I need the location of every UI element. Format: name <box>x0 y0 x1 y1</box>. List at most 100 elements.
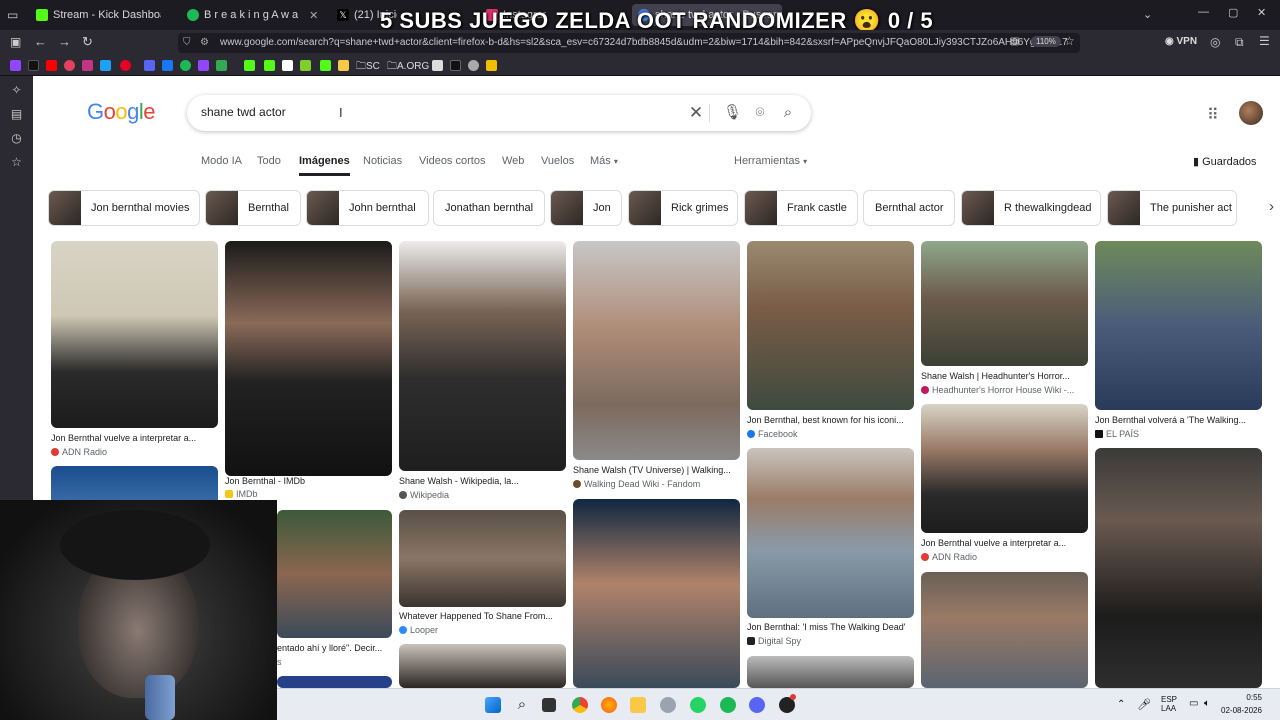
result-source[interactable]: Walking Dead Wiki - Fandom <box>573 479 700 489</box>
google-logo[interactable]: Google <box>87 99 156 125</box>
microphone-icon[interactable]: 🎤︎ <box>1137 698 1151 711</box>
result-image[interactable] <box>277 676 392 688</box>
result-image[interactable] <box>747 241 914 410</box>
result-image[interactable] <box>399 510 566 607</box>
result-caption[interactable]: Shane Walsh - Wikipedia, la... <box>399 476 566 486</box>
result-caption[interactable]: Jon Bernthal vuelve a interpretar a... <box>51 433 218 443</box>
address-bar[interactable]: ⛉ ⚙ www.google.com/search?q=shane+twd+ac… <box>178 33 1080 53</box>
discord-icon[interactable] <box>749 697 765 713</box>
close-tab-icon[interactable]: ✕ <box>309 9 318 22</box>
reader-view-icon[interactable]: ▤ <box>1010 36 1019 47</box>
result-caption[interactable]: Jon Bernthal, best known for his iconi..… <box>747 415 914 425</box>
bookmark-icon[interactable] <box>264 60 275 71</box>
result-image[interactable] <box>921 241 1088 366</box>
result-source[interactable]: ADN Radio <box>51 447 107 457</box>
clock-time[interactable]: 0:55 <box>1232 693 1262 702</box>
bookmark-icon[interactable] <box>468 60 479 71</box>
tab-imagenes[interactable]: Imágenes <box>299 155 350 176</box>
result-image[interactable] <box>747 656 914 688</box>
result-image[interactable] <box>921 572 1088 688</box>
chip[interactable]: Rick grimes <box>628 190 738 226</box>
result-source[interactable]: Looper <box>399 625 438 635</box>
result-caption[interactable]: Jon Bernthal: 'I miss The Walking Dead' <box>747 622 914 632</box>
chevron-up-icon[interactable]: ⌃ <box>1117 699 1125 710</box>
bookmark-folder-sc[interactable]: 🗀SC <box>356 59 380 76</box>
chip[interactable]: Bernthal <box>205 190 301 226</box>
search-icon[interactable]: ⌕ <box>514 697 530 713</box>
result-caption[interactable]: Jon Bernthal volverá a 'The Walking... <box>1095 415 1262 425</box>
start-windows-icon[interactable] <box>485 697 501 713</box>
result-source[interactable]: Facebook <box>747 429 798 439</box>
chips-next-chevron-icon[interactable]: › <box>1240 190 1280 226</box>
chip[interactable]: Bernthal actor <box>863 190 955 226</box>
clock-date[interactable]: 02-08-2026 <box>1221 706 1262 715</box>
maximize-icon[interactable]: ▢ <box>1228 6 1238 19</box>
result-source[interactable]: Headhunter's Horror House Wiki -... <box>921 385 1074 395</box>
instagram-bookmark-icon[interactable] <box>82 60 93 71</box>
ai-chatbot-icon[interactable]: ✧ <box>10 84 23 97</box>
tab-mas[interactable]: Más ▾ <box>590 155 618 167</box>
chip[interactable]: Jonathan bernthal <box>433 190 545 226</box>
back-icon[interactable]: ← <box>34 34 47 49</box>
account-icon[interactable]: ◎ <box>1210 35 1220 49</box>
result-caption[interactable]: Jon Bernthal vuelve a interpretar a... <box>921 538 1088 548</box>
result-image[interactable] <box>277 510 392 638</box>
close-window-icon[interactable]: ✕ <box>1257 6 1266 19</box>
discord-bookmark-icon[interactable] <box>144 60 155 71</box>
result-image[interactable] <box>399 644 566 688</box>
chip[interactable]: Jon <box>550 190 622 226</box>
tab-videos-cortos[interactable]: Videos cortos <box>419 155 485 167</box>
spotify-icon[interactable] <box>720 697 736 713</box>
result-source[interactable]: EL PAÍS <box>1095 429 1139 439</box>
saved-button[interactable]: ▮ Guardados <box>1193 155 1257 168</box>
extensions-icon[interactable]: ⧉ <box>1235 35 1244 50</box>
bookmark-icon[interactable] <box>300 60 311 71</box>
bookmark-icon[interactable] <box>338 60 349 71</box>
apps-grid-icon[interactable]: ⠿ <box>1207 105 1219 125</box>
result-image[interactable] <box>51 241 218 428</box>
chip[interactable]: Frank castle <box>744 190 858 226</box>
result-source[interactable]: Digital Spy <box>747 636 801 646</box>
tab-modo-ia[interactable]: Modo IA <box>201 155 242 167</box>
result-caption[interactable]: Jon Bernthal - IMDb <box>225 476 392 486</box>
chip[interactable]: R thewalkingdead <box>961 190 1101 226</box>
tab-todo[interactable]: Todo <box>257 155 281 167</box>
file-explorer-icon[interactable] <box>630 697 646 713</box>
vpn-button[interactable]: ◉ VPN <box>1165 36 1197 47</box>
bookmark-folder-aorg[interactable]: 🗀A.ORG <box>387 59 429 76</box>
spotify-bookmark-icon[interactable] <box>180 60 191 71</box>
tab-breaking[interactable]: B r e a k i n g A w a ✕ <box>187 4 322 26</box>
tab-vuelos[interactable]: Vuelos <box>541 155 574 167</box>
clear-search-icon[interactable]: ✕ <box>687 104 705 122</box>
result-caption[interactable]: Whatever Happened To Shane From... <box>399 611 566 621</box>
tab-kick[interactable]: Stream - Kick Dashboard <box>36 4 161 26</box>
synced-tabs-icon[interactable]: ▤ <box>10 108 23 121</box>
zoom-level[interactable]: 110% <box>1031 36 1061 47</box>
reload-icon[interactable]: ↻ <box>82 34 93 50</box>
search-input[interactable]: shane twd actor <box>201 105 286 119</box>
result-image[interactable] <box>225 241 392 476</box>
result-caption[interactable]: entado ahí y lloré". Decir... <box>277 643 392 653</box>
search-box[interactable]: shane twd actor I ✕ 🎙 ⌾ ⌕ <box>187 95 811 131</box>
lens-camera-icon[interactable]: ⌾ <box>751 104 769 122</box>
firefox-icon[interactable] <box>601 697 617 713</box>
chip[interactable]: The punisher act <box>1107 190 1237 226</box>
result-source[interactable]: IMDb <box>225 489 258 499</box>
bookmark-icon[interactable] <box>450 60 461 71</box>
bookmark-icon[interactable] <box>64 60 75 71</box>
tools-button[interactable]: Herramientas ▾ <box>734 155 807 167</box>
result-source[interactable]: s <box>277 657 282 667</box>
result-source[interactable]: Wikipedia <box>399 490 449 500</box>
chrome-icon[interactable] <box>572 697 588 713</box>
forward-icon[interactable]: → <box>58 34 71 49</box>
result-caption[interactable]: Shane Walsh (TV Universe) | Walking... <box>573 465 740 475</box>
bookmark-icon[interactable] <box>216 60 227 71</box>
youtube-bookmark-icon[interactable] <box>46 60 57 71</box>
task-view-icon[interactable] <box>542 698 556 712</box>
bookmark-icon[interactable] <box>198 60 209 71</box>
tab-noticias[interactable]: Noticias <box>363 155 402 167</box>
chip[interactable]: John bernthal <box>306 190 429 226</box>
search-icon[interactable]: ⌕ <box>779 104 797 122</box>
twitch-bookmark-icon[interactable] <box>10 60 21 71</box>
bookmark-icon[interactable] <box>486 60 497 71</box>
